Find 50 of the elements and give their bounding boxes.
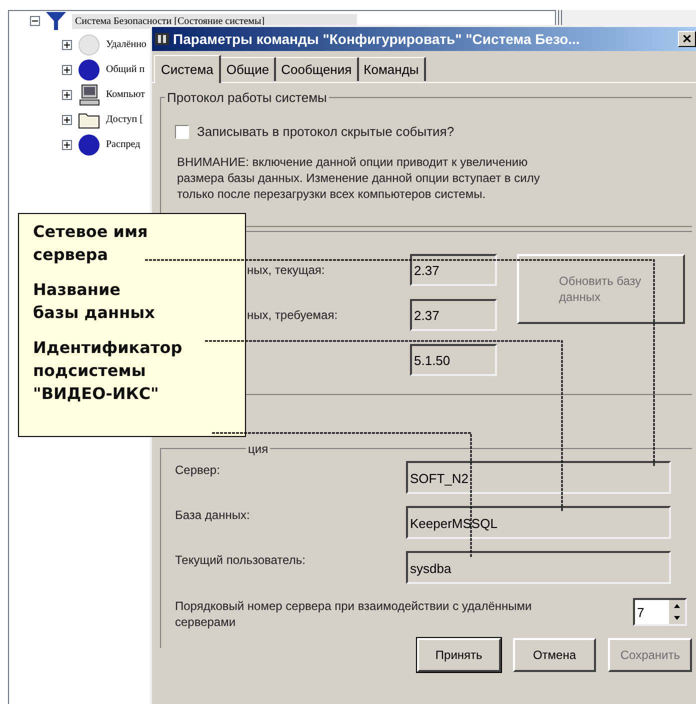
sign-icon (63, 116, 71, 124)
circle-icon (78, 34, 100, 56)
checkbox-label: Записывать в протокол скрытые события? (197, 123, 454, 142)
field-label: Сервер: (175, 462, 221, 479)
input-field[interactable]: sysdba (406, 551, 671, 584)
field-label: ных, требуемая: (247, 307, 339, 324)
expand-icon[interactable] (62, 90, 72, 100)
expand-icon[interactable] (62, 64, 72, 74)
tab[interactable]: Система (154, 55, 222, 83)
collapse-icon[interactable] (30, 16, 40, 26)
spin-value: 7 (636, 604, 646, 622)
circle-icon (78, 58, 100, 80)
expand-icon[interactable] (62, 40, 72, 50)
input-field[interactable]: 2.37 (410, 299, 497, 331)
app-icon (154, 32, 170, 46)
sign-icon (63, 66, 71, 74)
tab[interactable]: Общие (221, 57, 276, 81)
input-field[interactable]: 5.1.50 (410, 344, 497, 376)
tree-item[interactable]: Общий п (106, 62, 145, 77)
tree-item[interactable]: Распред (106, 137, 140, 152)
tree-item[interactable]: Компьют (106, 87, 145, 102)
computer-icon (78, 84, 100, 106)
tab[interactable]: Команды (358, 57, 426, 81)
tab[interactable]: Сообщения (276, 57, 359, 81)
sign-icon (63, 140, 71, 148)
field-label: Текущий пользователь: (175, 552, 306, 569)
dialog-button[interactable]: Отмена (512, 638, 596, 672)
expand-icon[interactable] (62, 114, 72, 124)
window-title: Параметры команды "Конфигурировать" "Система Безо... (173, 30, 581, 49)
input-field[interactable]: 2.37 (410, 254, 497, 286)
callout-text: Сетевое имя сервера (33, 221, 149, 266)
checkbox[interactable] (175, 125, 189, 139)
field-label: Порядковый номер сервера при взаимодействии с удалёнными серверами (175, 598, 533, 630)
spin-field[interactable]: 7 (633, 598, 687, 626)
field-label: ных, текущая: (247, 262, 326, 279)
field-label: База данных: (175, 507, 251, 524)
dialog-button[interactable]: Принять (417, 638, 501, 672)
tree-item[interactable]: Доступ [ (106, 112, 143, 127)
circle-icon (78, 134, 100, 156)
funnel-icon (44, 10, 68, 32)
sign-icon (63, 40, 71, 48)
input-field[interactable]: SOFT_N2 (406, 461, 671, 494)
close-button[interactable]: ✕ (678, 31, 696, 47)
callout-text: Название базы данных (33, 279, 156, 324)
callout-text: Идентификатор подсистемы "ВИДЕО-ИКС" (33, 337, 184, 405)
tree-item[interactable]: Удалённо (106, 37, 146, 52)
warning-text: ВНИМАНИЕ: включение данной опции приводит к увеличению размера базы данных. Изменение данной опции вступает в силу только после перезагрузки всех компьютеров системы. (177, 154, 541, 202)
sign-icon (63, 90, 71, 98)
input-field[interactable]: KeeperMSSQL (406, 506, 671, 539)
expand-icon[interactable] (62, 140, 72, 150)
